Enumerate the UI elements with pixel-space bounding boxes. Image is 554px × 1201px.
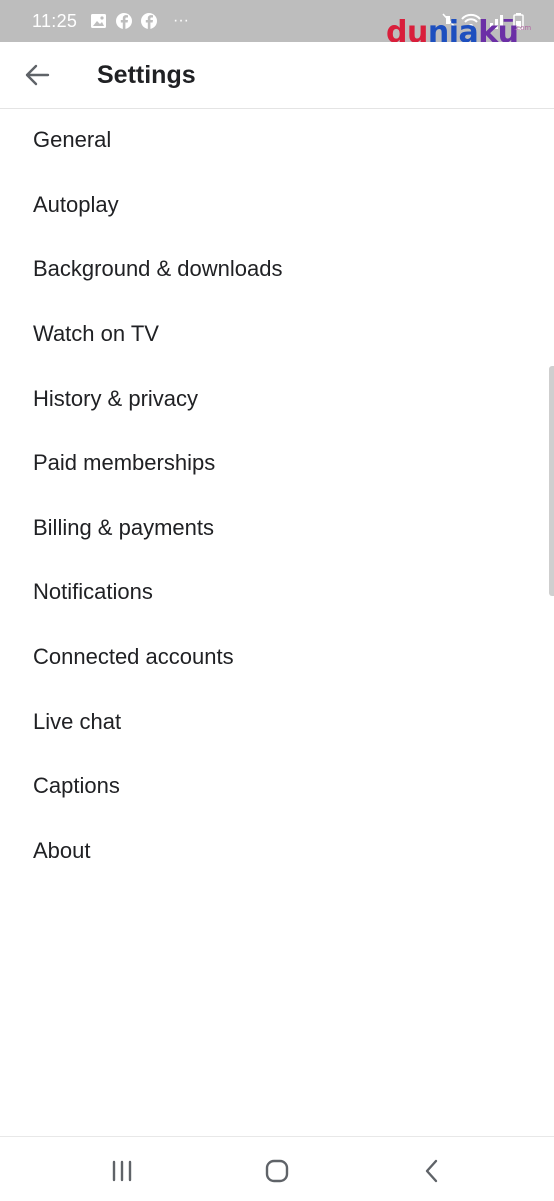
navigation-bar xyxy=(0,1136,554,1201)
settings-item-live-chat[interactable]: Live chat xyxy=(0,689,554,754)
recents-icon[interactable] xyxy=(108,1157,136,1185)
settings-list: General Autoplay Background & downloads … xyxy=(0,108,554,883)
back-icon[interactable] xyxy=(418,1157,446,1185)
settings-item-watch-on-tv[interactable]: Watch on TV xyxy=(0,302,554,367)
facebook-icon xyxy=(116,13,132,29)
gallery-icon xyxy=(91,14,106,28)
more-indicator: ··· xyxy=(173,12,189,29)
scroll-indicator[interactable] xyxy=(549,366,554,596)
settings-item-connected-accounts[interactable]: Connected accounts xyxy=(0,625,554,690)
app-bar: Settings xyxy=(0,42,554,109)
status-time: 11:25 xyxy=(32,11,78,31)
settings-item-billing-payments[interactable]: Billing & payments xyxy=(0,496,554,561)
settings-item-general[interactable]: General xyxy=(0,108,554,173)
home-icon[interactable] xyxy=(263,1157,291,1185)
settings-item-paid-memberships[interactable]: Paid memberships xyxy=(0,431,554,496)
status-icons-left: ··· xyxy=(91,12,189,29)
watermark-suffix: .com xyxy=(514,24,532,32)
page-title: Settings xyxy=(97,61,196,89)
settings-item-notifications[interactable]: Notifications xyxy=(0,560,554,625)
settings-item-autoplay[interactable]: Autoplay xyxy=(0,173,554,238)
back-arrow-icon[interactable] xyxy=(24,62,50,88)
facebook-icon xyxy=(141,13,157,29)
settings-item-about[interactable]: About xyxy=(0,819,554,884)
settings-item-captions[interactable]: Captions xyxy=(0,754,554,819)
settings-item-history-privacy[interactable]: History & privacy xyxy=(0,366,554,431)
settings-item-background-downloads[interactable]: Background & downloads xyxy=(0,237,554,302)
